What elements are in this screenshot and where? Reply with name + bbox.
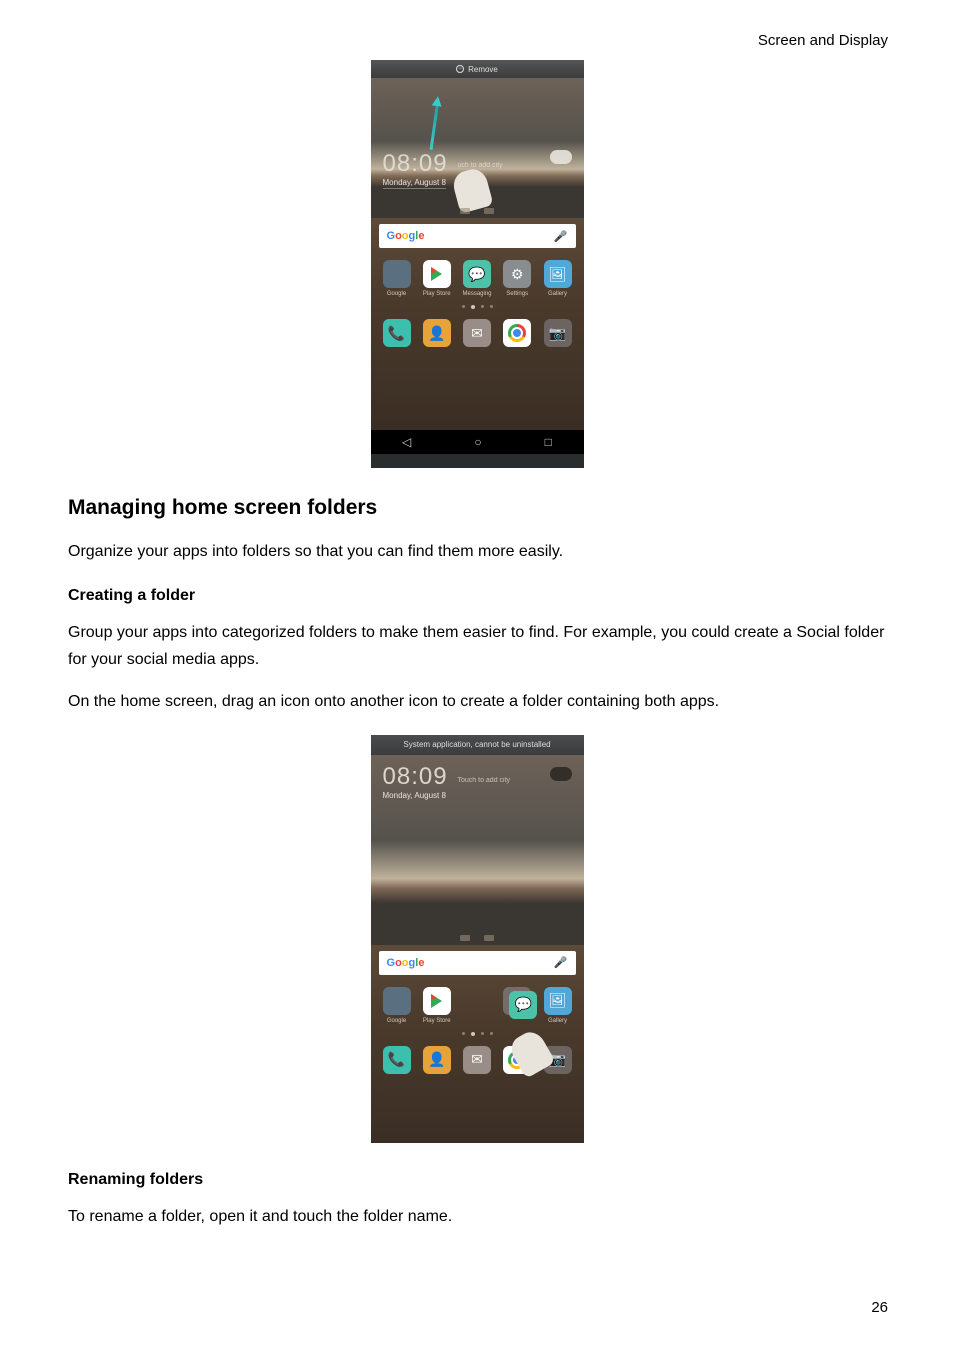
dock: 📞 👤 ✉ 📷 xyxy=(379,319,576,347)
mic-icon[interactable]: 🎤 xyxy=(554,230,568,243)
intro-paragraph: Organize your apps into folders so that … xyxy=(68,538,886,565)
google-logo: Google xyxy=(387,957,425,969)
clock-widget-time: 08:09 xyxy=(383,150,448,178)
nav-home-icon[interactable]: ○ xyxy=(474,435,481,449)
dock-camera[interactable]: 📷 xyxy=(540,319,576,347)
page-indicator xyxy=(379,305,576,309)
dock-mail[interactable]: ✉ xyxy=(459,1046,495,1074)
app-gallery[interactable]: 🖼Gallery xyxy=(540,260,576,297)
clock-widget-time: 08:09 xyxy=(383,763,448,791)
widget-thumbnails xyxy=(371,208,584,214)
app-row: Google Play Store 💬⚙ 🖼Gallery xyxy=(379,987,576,1024)
clock-add-city-hint: uch to add city xyxy=(458,162,503,169)
heading-renaming-folders: Renaming folders xyxy=(68,1171,886,1189)
app-play-store[interactable]: Play Store xyxy=(419,260,455,297)
app-messaging[interactable]: 💬Messaging xyxy=(459,260,495,297)
dock-mail[interactable]: ✉ xyxy=(459,319,495,347)
phone-screenshot-create-folder: System application, cannot be uninstalle… xyxy=(371,735,584,1143)
clock-widget-date: Monday, August 8 xyxy=(383,791,446,801)
app-gallery[interactable]: 🖼Gallery xyxy=(540,987,576,1024)
app-settings[interactable]: ⚙Settings xyxy=(499,260,535,297)
google-search-bar[interactable]: Google 🎤 xyxy=(379,951,576,975)
app-dragged-messaging[interactable]: 💬⚙ xyxy=(499,987,535,1024)
dock-phone[interactable]: 📞 xyxy=(379,319,415,347)
creating-folder-p2: On the home screen, drag an icon onto an… xyxy=(68,688,886,715)
wallpaper-area: 08:09 Touch to add city Monday, August 8 xyxy=(371,755,584,945)
weather-cloud-icon xyxy=(550,150,572,164)
page-content: − Remove 08:09 uch to add city Monday, A… xyxy=(0,0,954,1230)
heading-creating-folder: Creating a folder xyxy=(68,587,886,605)
home-lower: Google 🎤 Google Play Store 💬Messaging ⚙S… xyxy=(371,218,584,430)
heading-managing-folders: Managing home screen folders xyxy=(68,496,886,520)
section-header: Screen and Display xyxy=(758,32,888,49)
dock-contacts[interactable]: 👤 xyxy=(419,1046,455,1074)
drag-arrow-icon xyxy=(429,100,439,150)
nav-back-icon[interactable]: ◁ xyxy=(402,435,411,449)
android-navbar: ◁ ○ □ xyxy=(371,430,584,454)
google-search-bar[interactable]: Google 🎤 xyxy=(379,224,576,248)
touch-hand-icon xyxy=(450,166,493,213)
nav-recent-icon[interactable]: □ xyxy=(545,435,552,449)
google-logo: Google xyxy=(387,230,425,242)
remove-minus-icon: − xyxy=(456,65,464,73)
remove-bar: − Remove xyxy=(371,60,584,78)
remove-label: Remove xyxy=(468,65,498,74)
app-play-store[interactable]: Play Store xyxy=(419,987,455,1024)
mic-icon[interactable]: 🎤 xyxy=(554,956,568,969)
wallpaper-area: 08:09 uch to add city Monday, August 8 xyxy=(371,78,584,218)
home-lower: Google 🎤 Google Play Store 💬⚙ 🖼Gallery 📞… xyxy=(371,945,584,1143)
renaming-folders-p: To rename a folder, open it and touch th… xyxy=(68,1203,886,1230)
dock-chrome[interactable] xyxy=(499,319,535,347)
app-google-folder[interactable]: Google xyxy=(379,260,415,297)
dock-contacts[interactable]: 👤 xyxy=(419,319,455,347)
clock-widget-date: Monday, August 8 xyxy=(383,178,446,189)
page-number: 26 xyxy=(871,1299,888,1316)
weather-cloud-icon xyxy=(550,767,572,781)
creating-folder-p1: Group your apps into categorized folders… xyxy=(68,619,886,673)
app-row: Google Play Store 💬Messaging ⚙Settings 🖼… xyxy=(379,260,576,297)
widget-thumbnails xyxy=(371,935,584,941)
uninstall-toast: System application, cannot be uninstalle… xyxy=(371,735,584,755)
app-google-folder[interactable]: Google xyxy=(379,987,415,1024)
page-indicator xyxy=(379,1032,576,1036)
clock-add-city-hint: Touch to add city xyxy=(458,777,511,784)
app-empty xyxy=(459,987,495,1024)
phone-screenshot-remove-widget: − Remove 08:09 uch to add city Monday, A… xyxy=(371,60,584,468)
dock-phone[interactable]: 📞 xyxy=(379,1046,415,1074)
